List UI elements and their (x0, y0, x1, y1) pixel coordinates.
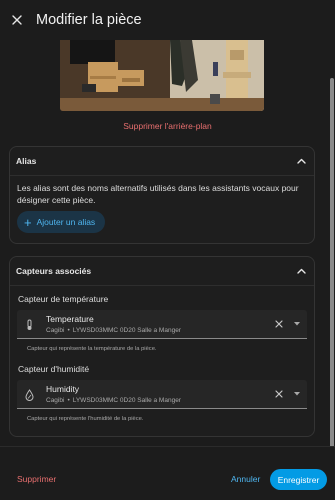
humidity-sensor-device: LYWSD03MMC 0D20 Salle a Manger (72, 397, 181, 404)
dialog-title: Modifier la pièce (36, 12, 142, 28)
add-alias-button[interactable]: + Ajouter un alias (17, 211, 106, 233)
dialog-footer: Supprimer Annuler Enregistrer (0, 446, 335, 500)
sensors-card-header[interactable]: Capteurs associés (10, 257, 314, 286)
area-background-image (60, 40, 264, 111)
thermometer-icon (27, 319, 32, 330)
alias-description: Les alias sont des noms alternatifs util… (17, 183, 299, 205)
humidity-sensor-context: Cagibi • LYWSD03MMC 0D20 Salle a Manger (46, 397, 181, 404)
humidity-sensor-helper: Capteur qui représente l'humidité de la … (27, 416, 144, 422)
sensors-card: Capteurs associés Capteur de température… (9, 256, 315, 437)
clear-icon[interactable] (273, 388, 285, 400)
humidity-sensor-area: Cagibi (46, 397, 65, 404)
humidity-sensor-label: Capteur d'humidité (18, 364, 90, 374)
remove-background-button[interactable]: Supprimer l'arrière-plan (0, 121, 335, 131)
clear-icon[interactable] (273, 318, 285, 330)
temperature-sensor-context: Cagibi • LYWSD03MMC 0D20 Salle a Manger (46, 327, 181, 334)
alias-card-header[interactable]: Alias (10, 147, 314, 176)
temperature-sensor-helper: Capteur qui représente la température de… (27, 346, 157, 352)
temperature-sensor-device: LYWSD03MMC 0D20 Salle a Manger (72, 327, 181, 334)
sensors-card-title: Capteurs associés (16, 266, 92, 276)
temperature-sensor-area: Cagibi (46, 327, 65, 334)
dialog-content[interactable]: Supprimer l'arrière-plan Alias Les alias… (0, 40, 335, 446)
dialog-header: Modifier la pièce (0, 0, 335, 40)
dropdown-arrow-icon[interactable] (292, 319, 302, 329)
chevron-up-icon[interactable] (294, 264, 308, 278)
alias-card-title: Alias (16, 156, 37, 166)
humidity-sensor-picker[interactable]: Humidity Cagibi • LYWSD03MMC 0D20 Salle a … (17, 380, 307, 409)
temperature-sensor-label: Capteur de température (18, 294, 109, 304)
close-button[interactable] (1, 0, 33, 40)
separator-dot: • (67, 327, 70, 334)
dropdown-arrow-icon[interactable] (292, 389, 302, 399)
chevron-up-icon[interactable] (294, 154, 308, 168)
humidity-sensor-name: Humidity (46, 384, 80, 394)
save-button[interactable]: Enregistrer (270, 469, 327, 490)
separator-dot: • (67, 397, 70, 404)
close-icon (12, 15, 22, 25)
add-alias-label: Ajouter un alias (36, 217, 96, 227)
plus-icon: + (24, 214, 32, 230)
delete-button[interactable]: Supprimer (17, 474, 56, 484)
temperature-sensor-picker[interactable]: Temperature Cagibi • LYWSD03MMC 0D20 Salle… (17, 310, 307, 339)
cancel-button[interactable]: Annuler (231, 474, 260, 484)
alias-card: Alias Les alias sont des noms alternatif… (9, 146, 315, 244)
scrollbar[interactable] (330, 78, 334, 446)
water-drop-icon (25, 389, 34, 401)
temperature-sensor-name: Temperature (46, 314, 94, 324)
